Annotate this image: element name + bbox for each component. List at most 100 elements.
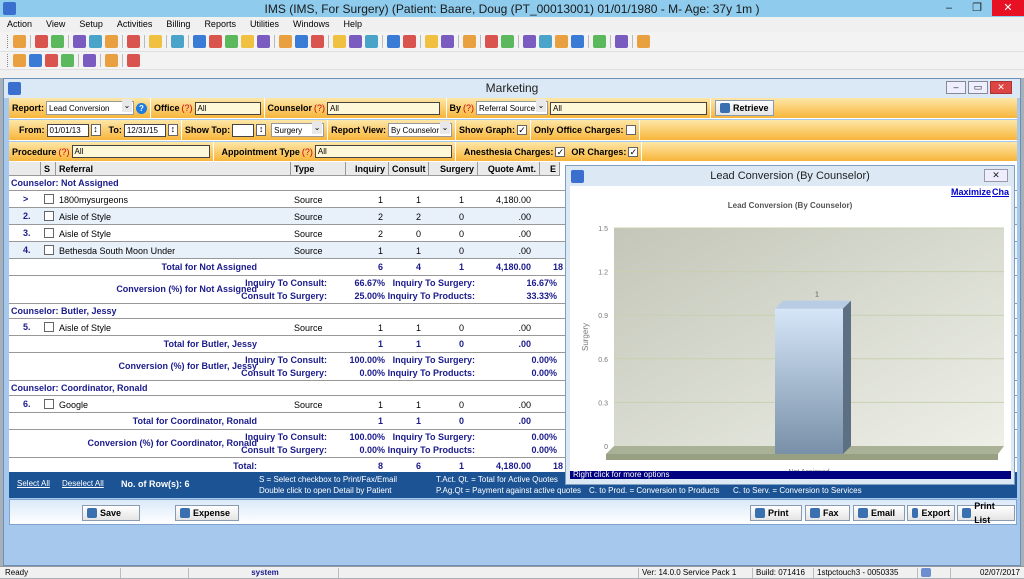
report-view-select[interactable]: By Counselor (388, 121, 452, 137)
ledger-icon[interactable] (225, 35, 238, 48)
schedule-icon[interactable] (387, 35, 400, 48)
anesthesia-checkbox[interactable]: ✓ (555, 146, 566, 157)
or-charges-checkbox[interactable]: ✓ (628, 146, 639, 157)
bar-chart-icon[interactable] (425, 35, 438, 48)
column-header-quote-amt-[interactable]: Quote Amt. (478, 162, 540, 176)
import-icon[interactable] (485, 35, 498, 48)
menu-billing[interactable]: Billing (159, 17, 197, 32)
row-checkbox[interactable] (44, 245, 54, 255)
expense-button[interactable]: Expense (175, 505, 239, 521)
chart-edit-icon[interactable] (311, 35, 324, 48)
office-hint[interactable]: (?) (182, 103, 193, 113)
list-icon[interactable] (523, 35, 536, 48)
window-close-button[interactable]: ✕ (990, 81, 1012, 94)
select-all-link[interactable]: Select All (17, 479, 50, 488)
from-date-field[interactable]: 01/01/13 (46, 123, 89, 137)
column-header-e[interactable]: E (540, 162, 560, 176)
print-button[interactable]: Print (750, 505, 802, 521)
globe-icon[interactable] (349, 35, 362, 48)
retrieve-button[interactable]: Retrieve (715, 100, 774, 116)
dollar-icon[interactable] (193, 35, 206, 48)
contact-icon[interactable] (441, 35, 454, 48)
row-checkbox[interactable] (44, 211, 54, 221)
print-list-button[interactable]: Print List (957, 501, 1015, 525)
chart-close-button[interactable]: ✕ (984, 169, 1008, 182)
next-icon[interactable] (45, 54, 58, 67)
restore-button[interactable]: ❐ (963, 0, 991, 16)
column-header-consult[interactable]: Consult (389, 162, 429, 176)
office-field[interactable]: All (194, 101, 261, 115)
minimize-button[interactable]: – (935, 0, 963, 16)
folder-icon[interactable] (73, 35, 86, 48)
row-checkbox[interactable] (44, 194, 54, 204)
menu-setup[interactable]: Setup (72, 17, 110, 32)
user-edit-icon[interactable] (35, 35, 48, 48)
pen-icon[interactable] (333, 35, 346, 48)
fax-button[interactable]: Fax (805, 505, 850, 521)
row-checkbox[interactable] (44, 399, 54, 409)
close-icon[interactable] (127, 54, 140, 67)
document-icon[interactable] (149, 35, 162, 48)
help-icon[interactable] (105, 54, 118, 67)
counselor-hint[interactable]: (?) (314, 103, 325, 113)
help-icon[interactable]: ? (136, 102, 147, 114)
photo-icon[interactable] (539, 35, 552, 48)
appointment-type-field[interactable]: All (314, 145, 452, 158)
lock-icon[interactable] (615, 35, 628, 48)
calendar-icon[interactable] (279, 35, 292, 48)
row-checkbox[interactable] (44, 228, 54, 238)
column-header-type[interactable]: Type (291, 162, 346, 176)
menu-view[interactable]: View (39, 17, 72, 32)
column-header-inquiry[interactable]: Inquiry (346, 162, 389, 176)
procedure-hint[interactable]: (?) (59, 147, 70, 157)
menu-action[interactable]: Action (0, 17, 39, 32)
notes-icon[interactable] (89, 35, 102, 48)
globe-send-icon[interactable] (365, 35, 378, 48)
doc-icon[interactable] (571, 35, 584, 48)
rx-icon[interactable] (127, 35, 140, 48)
appointment-type-hint[interactable]: (?) (302, 147, 313, 157)
export-button[interactable]: Export (907, 505, 955, 521)
procedure-field[interactable]: All (71, 145, 210, 158)
tools-icon[interactable] (295, 35, 308, 48)
help-icon[interactable] (593, 35, 606, 48)
to-date-field[interactable]: 12/31/15 (123, 123, 166, 137)
menu-activities[interactable]: Activities (110, 17, 160, 32)
by-hint[interactable]: (?) (463, 103, 474, 113)
clipboard-icon[interactable] (403, 35, 416, 48)
column-header-s[interactable]: S (41, 162, 56, 176)
prev-icon[interactable] (29, 54, 42, 67)
column-header-row-number[interactable] (9, 162, 41, 176)
billing-icon[interactable] (241, 35, 254, 48)
by-field[interactable]: All (550, 101, 708, 115)
save-button[interactable]: Save (82, 505, 140, 521)
show-graph-checkbox[interactable]: ✓ (517, 125, 527, 135)
toggle-icon[interactable] (555, 35, 568, 48)
last-icon[interactable] (61, 54, 74, 67)
first-icon[interactable] (13, 54, 26, 67)
show-top-field[interactable] (232, 123, 255, 137)
menu-reports[interactable]: Reports (197, 17, 243, 32)
column-header-surgery[interactable]: Surgery (429, 162, 478, 176)
exit-icon[interactable] (637, 35, 650, 48)
from-spinner[interactable]: ↕ (90, 124, 101, 136)
deselect-all-link[interactable]: Deselect All (62, 479, 104, 488)
payment-icon[interactable] (209, 35, 222, 48)
flask-icon[interactable] (105, 35, 118, 48)
by-select[interactable]: Referral Source (476, 99, 549, 115)
only-office-checkbox[interactable] (625, 125, 636, 135)
window-restore-button[interactable]: ▭ (968, 81, 988, 94)
report-icon[interactable] (463, 35, 476, 48)
edit-icon[interactable] (171, 35, 184, 48)
user-check-icon[interactable] (51, 35, 64, 48)
window-minimize-button[interactable]: – (946, 81, 966, 94)
export-icon[interactable] (501, 35, 514, 48)
menu-windows[interactable]: Windows (286, 17, 337, 32)
show-top-type-select[interactable]: Surgery (271, 121, 325, 137)
menu-help[interactable]: Help (336, 17, 369, 32)
report-select[interactable]: Lead Conversion (46, 99, 134, 115)
refund-icon[interactable] (257, 35, 270, 48)
counselor-field[interactable]: All (327, 101, 441, 115)
email-button[interactable]: Email (853, 505, 905, 521)
refresh-icon[interactable] (83, 54, 96, 67)
